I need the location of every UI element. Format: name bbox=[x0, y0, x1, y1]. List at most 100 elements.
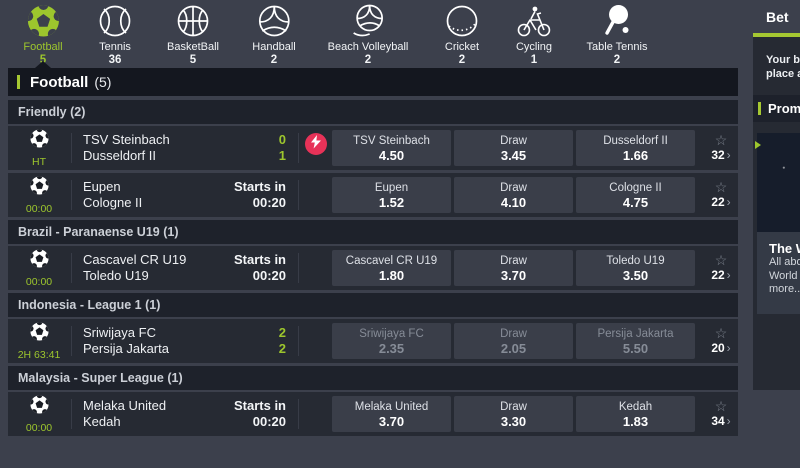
odds-button-home[interactable]: Cascavel CR U19 1.80 bbox=[332, 250, 451, 286]
odds-button-home[interactable]: Sriwijaya FC 2.35 bbox=[332, 323, 451, 359]
markets-count[interactable]: 34› bbox=[711, 414, 730, 429]
accent-bar bbox=[17, 75, 20, 89]
divider bbox=[298, 180, 299, 210]
promo-card-body: The W All abo World more... bbox=[757, 232, 800, 314]
football-icon bbox=[29, 128, 50, 154]
markets-count[interactable]: 32› bbox=[711, 148, 730, 163]
odds-button-draw[interactable]: Draw 3.45 bbox=[454, 130, 573, 166]
match-row[interactable]: 2H 63:41 Sriwijaya FC Persija Jakarta 2 … bbox=[8, 319, 738, 363]
odds-value: 1.52 bbox=[379, 195, 404, 210]
nav-item-basketball[interactable]: BasketBall 5 bbox=[167, 3, 219, 66]
nav-count: 2 bbox=[328, 54, 409, 66]
away-team: Cologne II bbox=[83, 195, 142, 211]
starts-in-label: Starts in bbox=[206, 179, 286, 195]
nav-item-beach-volleyball[interactable]: Beach Volleyball 2 bbox=[328, 3, 409, 66]
promo-card-text: World bbox=[769, 270, 800, 284]
team-names: Sriwijaya FC Persija Jakarta bbox=[83, 325, 169, 357]
odds-button-away[interactable]: Kedah 1.83 bbox=[576, 396, 695, 432]
favourite-star-icon[interactable]: ☆ bbox=[715, 399, 728, 414]
nav-count: 1 bbox=[516, 54, 552, 66]
odds-button-home[interactable]: Melaka United 3.70 bbox=[332, 396, 451, 432]
favourite-star-icon[interactable]: ☆ bbox=[715, 180, 728, 195]
nav-item-cycling[interactable]: Cycling 1 bbox=[516, 3, 552, 66]
promo-card[interactable]: The W All abo World more... bbox=[757, 133, 800, 314]
odds-label: Eupen bbox=[375, 181, 408, 195]
home-team: TSV Steinbach bbox=[83, 132, 170, 148]
divider bbox=[298, 399, 299, 429]
starts-in-label: Starts in bbox=[206, 398, 286, 414]
odds-button-away[interactable]: Cologne II 4.75 bbox=[576, 177, 695, 213]
odds-button-away[interactable]: Toledo U19 3.50 bbox=[576, 250, 695, 286]
promo-card-title: The W bbox=[769, 241, 800, 256]
match-row[interactable]: HT TSV Steinbach Dusseldorf II 0 1 TSV S… bbox=[8, 126, 738, 170]
odds-button-away[interactable]: Dusseldorf II 1.66 bbox=[576, 130, 695, 166]
nav-item-football[interactable]: Football 5 bbox=[23, 3, 62, 66]
odds-button-draw[interactable]: Draw 3.70 bbox=[454, 250, 573, 286]
chevron-right-icon: › bbox=[727, 148, 731, 162]
starts-in-time: 00:20 bbox=[206, 268, 286, 284]
league-header-brazil-paranaense-u19[interactable]: Brazil - Paranaense U19 (1) bbox=[8, 220, 738, 244]
nav-label: Cricket bbox=[444, 41, 480, 53]
odds-value: 4.50 bbox=[379, 148, 404, 163]
odds-value: 1.80 bbox=[379, 268, 404, 283]
cycling-icon bbox=[516, 3, 552, 39]
odds-label: Draw bbox=[500, 254, 527, 268]
league-header-malaysia-super-league[interactable]: Malaysia - Super League (1) bbox=[8, 366, 738, 390]
odds-button-home[interactable]: Eupen 1.52 bbox=[332, 177, 451, 213]
odds-button-draw[interactable]: Draw 2.05 bbox=[454, 323, 573, 359]
score: 2 2 bbox=[206, 325, 286, 357]
markets-count[interactable]: 22› bbox=[711, 195, 730, 210]
favourite-star-icon[interactable]: ☆ bbox=[715, 253, 728, 268]
tennis-icon bbox=[97, 3, 133, 39]
odds-button-home[interactable]: TSV Steinbach 4.50 bbox=[332, 130, 451, 166]
odds-button-draw[interactable]: Draw 3.30 bbox=[454, 396, 573, 432]
match-status: 00:00 bbox=[8, 246, 70, 290]
odds-button-draw[interactable]: Draw 4.10 bbox=[454, 177, 573, 213]
nav-item-table-tennis[interactable]: Table Tennis 2 bbox=[587, 3, 648, 66]
nav-count: 2 bbox=[252, 54, 295, 66]
team-names: Melaka United Kedah bbox=[83, 398, 166, 430]
divider bbox=[71, 399, 72, 429]
accent-bar bbox=[758, 102, 761, 115]
nav-label: Table Tennis bbox=[587, 41, 648, 53]
away-score: 2 bbox=[206, 341, 286, 357]
odds-value: 3.30 bbox=[501, 414, 526, 429]
odds-button-away[interactable]: Persija Jakarta 5.50 bbox=[576, 323, 695, 359]
markets-count[interactable]: 20› bbox=[711, 341, 730, 356]
nav-item-tennis[interactable]: Tennis 36 bbox=[97, 3, 133, 66]
chevron-right-icon: › bbox=[727, 341, 731, 355]
odds-label: Draw bbox=[500, 134, 527, 148]
league-header-friendly[interactable]: Friendly (2) bbox=[8, 100, 738, 124]
sport-header: Football (5) bbox=[8, 68, 738, 96]
start-time: Starts in 00:20 bbox=[206, 252, 286, 284]
start-time: Starts in 00:20 bbox=[206, 179, 286, 211]
divider bbox=[71, 253, 72, 283]
promo-more-link[interactable]: more... bbox=[769, 283, 800, 297]
favourite-star-icon[interactable]: ☆ bbox=[715, 326, 728, 341]
match-row[interactable]: 00:00 Cascavel CR U19 Toledo U19 Starts … bbox=[8, 246, 738, 290]
promo-section-header[interactable]: Promo bbox=[753, 95, 800, 122]
favourite-markets: ☆ 22› bbox=[702, 246, 740, 290]
odds-value: 1.83 bbox=[623, 414, 648, 429]
league-header-indonesia-league-1[interactable]: Indonesia - League 1 (1) bbox=[8, 293, 738, 317]
favourite-star-icon[interactable]: ☆ bbox=[715, 133, 728, 148]
favourite-markets: ☆ 34› bbox=[702, 392, 740, 436]
page-title: Football bbox=[30, 74, 88, 91]
odds-label: Melaka United bbox=[355, 400, 429, 414]
odds-value: 1.66 bbox=[623, 148, 648, 163]
promo-card-text: All abo bbox=[769, 256, 800, 270]
match-row[interactable]: 00:00 Eupen Cologne II Starts in 00:20 E… bbox=[8, 173, 738, 217]
match-row[interactable]: 00:00 Melaka United Kedah Starts in 00:2… bbox=[8, 392, 738, 436]
basketball-icon bbox=[167, 3, 219, 39]
match-clock: 00:00 bbox=[26, 276, 52, 288]
nav-item-handball[interactable]: Handball 2 bbox=[252, 3, 295, 66]
page-title-count: (5) bbox=[94, 74, 111, 90]
match-clock: 00:00 bbox=[26, 203, 52, 215]
markets-count[interactable]: 22› bbox=[711, 268, 730, 283]
nav-item-cricket[interactable]: Cricket 2 bbox=[444, 3, 480, 66]
divider bbox=[71, 133, 72, 163]
nav-count: 36 bbox=[97, 54, 133, 66]
team-names: TSV Steinbach Dusseldorf II bbox=[83, 132, 170, 164]
starts-in-time: 00:20 bbox=[206, 195, 286, 211]
football-icon bbox=[23, 3, 62, 39]
